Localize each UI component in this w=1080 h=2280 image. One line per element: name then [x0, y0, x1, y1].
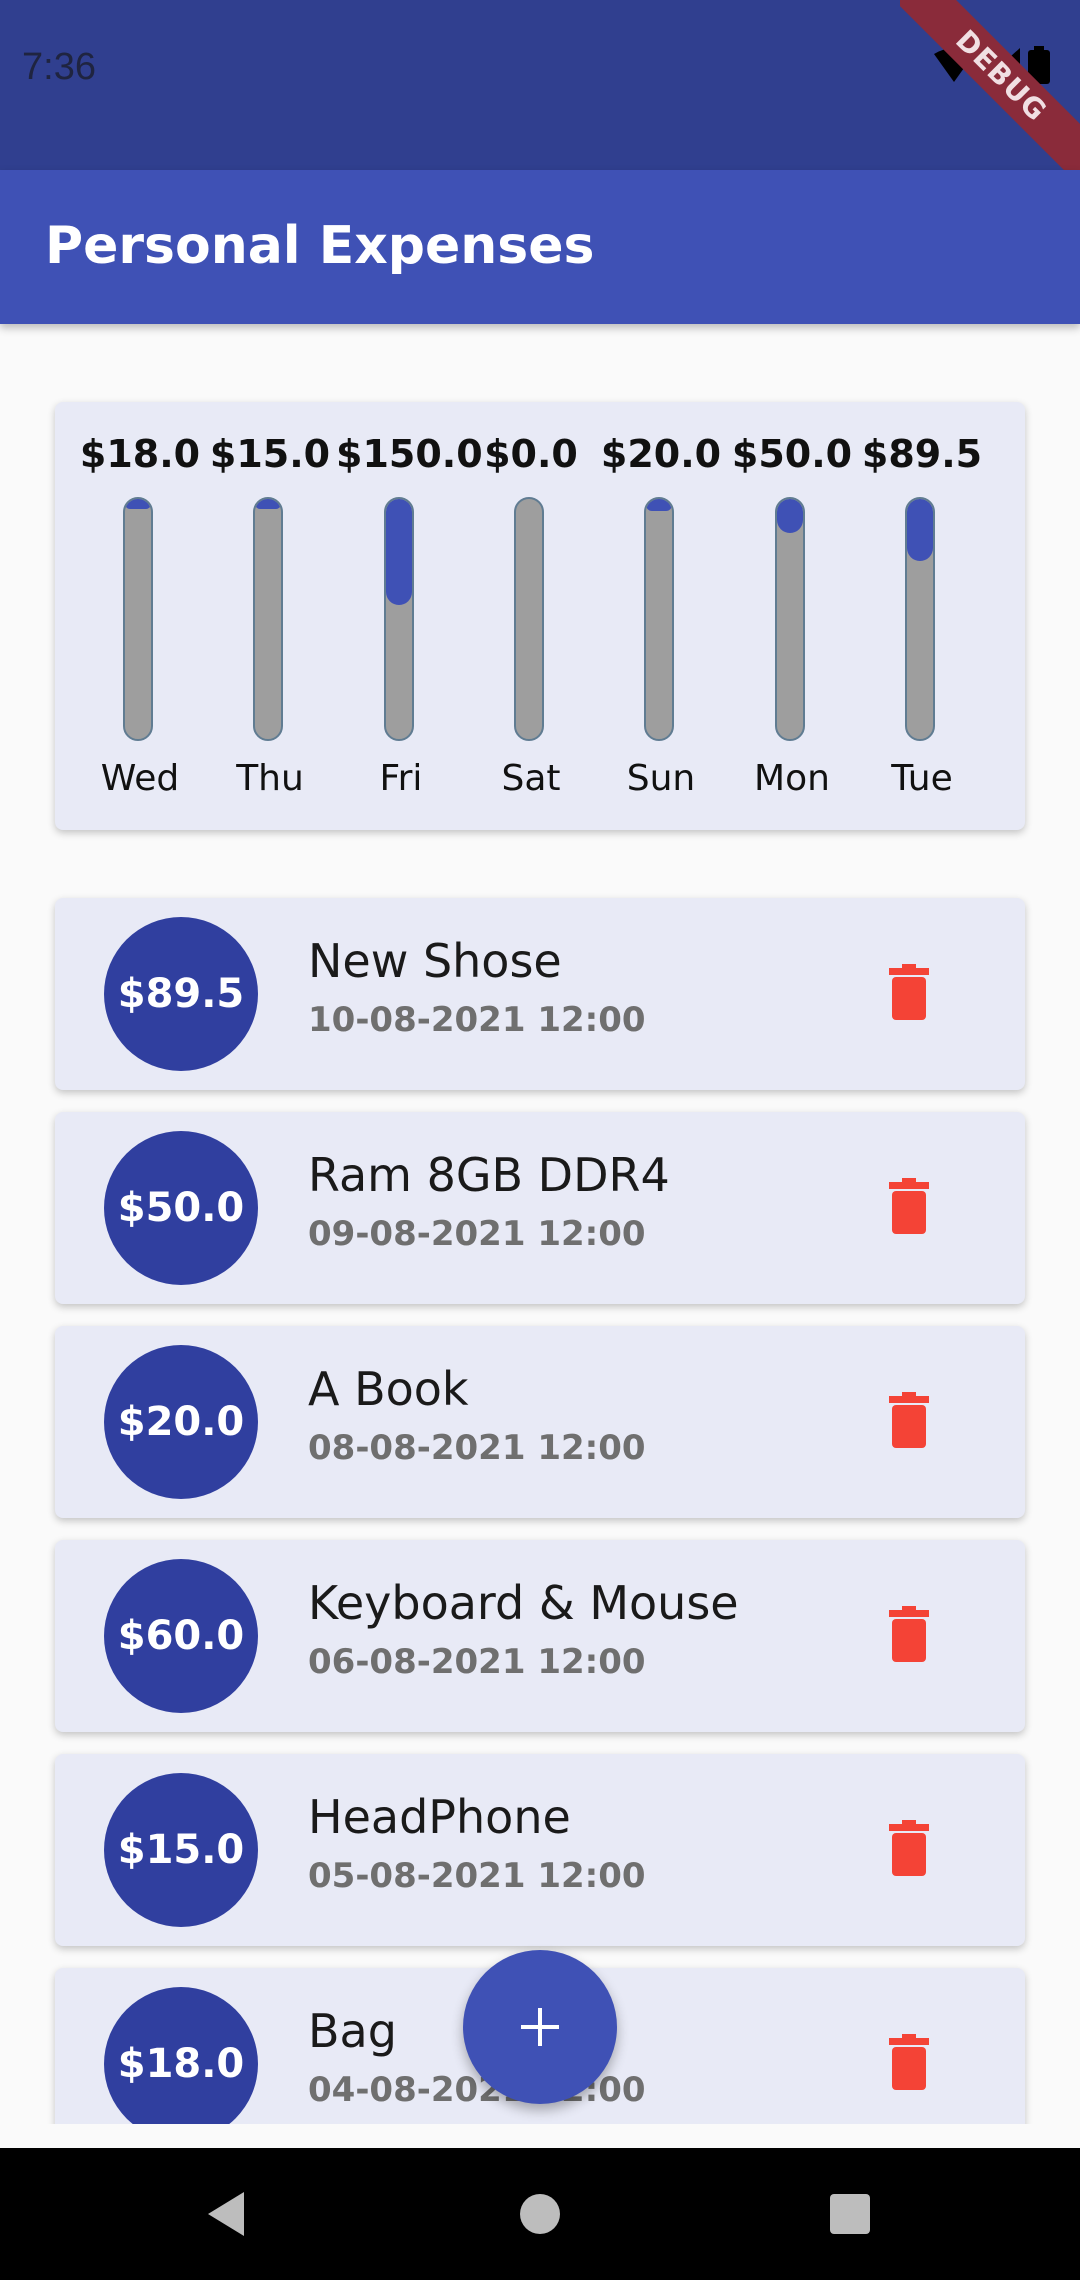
- page-title: Personal Expenses: [45, 216, 595, 276]
- transaction-list[interactable]: $89.5 New Shose 10-08-2021 12:00 $50.0 Ram 8…: [0, 880, 1080, 2124]
- delete-button[interactable]: [889, 1820, 929, 1876]
- chart-bar-column: $20.0 Sun: [596, 402, 726, 830]
- chart-bar-day: Wed: [100, 758, 180, 799]
- chart-bar-day: Sun: [626, 758, 696, 799]
- chart-bar-fill: [255, 499, 281, 509]
- transaction-card: $20.0 A Book 08-08-2021 12:00: [55, 1326, 1025, 1518]
- transaction-date: 09-08-2021 12:00: [308, 1214, 646, 1254]
- recents-icon[interactable]: [820, 2184, 880, 2244]
- chart-bar-amount: $20.0: [600, 432, 722, 476]
- delete-button[interactable]: [889, 2034, 929, 2090]
- transaction-title: A Book: [308, 1362, 469, 1416]
- chart-bar-day: Fri: [379, 758, 423, 799]
- back-icon[interactable]: [196, 2184, 256, 2244]
- chart-bar-amount: $18.0: [79, 432, 201, 476]
- delete-button[interactable]: [889, 1392, 929, 1448]
- chart-bar-column: $18.0 Wed: [75, 402, 205, 830]
- transaction-amount-avatar: $20.0: [104, 1345, 258, 1499]
- chart-bar-column: $89.5 Tue: [857, 402, 987, 830]
- chart-bar-amount: $150.0: [336, 432, 483, 476]
- chart-bar-amount: $0.0: [484, 432, 578, 476]
- trash-icon: [889, 964, 929, 1020]
- transaction-date: 10-08-2021 12:00: [308, 1000, 646, 1040]
- delete-button[interactable]: [889, 964, 929, 1020]
- chart-bar-track: [905, 497, 935, 741]
- debug-banner-label: DEBUG: [900, 0, 1080, 180]
- transaction-title: HeadPhone: [308, 1790, 571, 1844]
- chart-bar-track: [644, 497, 674, 741]
- trash-icon: [889, 1178, 929, 1234]
- chart-bar-day: Mon: [754, 758, 830, 799]
- chart-bar-fill: [907, 499, 933, 562]
- trash-icon: [889, 1820, 929, 1876]
- chart-bar-fill: [646, 499, 672, 511]
- transaction-amount-avatar: $50.0: [104, 1131, 258, 1285]
- chart-bar-column: $150.0 Fri: [336, 402, 483, 830]
- chart-bar-day: Tue: [891, 758, 953, 799]
- transaction-amount-avatar: $15.0: [104, 1773, 258, 1927]
- system-nav-bar: [0, 2148, 1080, 2280]
- transaction-title: Ram 8GB DDR4: [308, 1148, 670, 1202]
- transaction-amount-avatar: $89.5: [104, 917, 258, 1071]
- chart-bar-fill: [777, 499, 803, 533]
- chart-bar-track: [514, 497, 544, 741]
- chart-bar-track: [384, 497, 414, 741]
- delete-button[interactable]: [889, 1606, 929, 1662]
- chart-bar-track: [123, 497, 153, 741]
- chart-bar-day: Sat: [501, 758, 561, 799]
- transaction-card: $89.5 New Shose 10-08-2021 12:00: [55, 898, 1025, 1090]
- transaction-amount-avatar: $18.0: [104, 1987, 258, 2124]
- plus-icon: [521, 2008, 559, 2046]
- transaction-title: Bag: [308, 2004, 397, 2058]
- transaction-title: New Shose: [308, 934, 562, 988]
- transaction-date: 06-08-2021 12:00: [308, 1642, 646, 1682]
- trash-icon: [889, 1606, 929, 1662]
- status-time: 7:36: [22, 46, 96, 88]
- transaction-card: $15.0 HeadPhone 05-08-2021 12:00: [55, 1754, 1025, 1946]
- transaction-title: Keyboard & Mouse: [308, 1576, 739, 1630]
- transaction-card: $50.0 Ram 8GB DDR4 09-08-2021 12:00: [55, 1112, 1025, 1304]
- transaction-date: 05-08-2021 12:00: [308, 1856, 646, 1896]
- chart-bar-fill: [386, 499, 412, 605]
- home-icon[interactable]: [510, 2184, 570, 2244]
- chart-bar-amount: $15.0: [209, 432, 331, 476]
- chart-bar-day: Thu: [236, 758, 304, 799]
- transaction-amount-avatar: $60.0: [104, 1559, 258, 1713]
- debug-banner: DEBUG: [900, 0, 1080, 180]
- trash-icon: [889, 2034, 929, 2090]
- trash-icon: [889, 1392, 929, 1448]
- app-bar: Personal Expenses: [0, 170, 1080, 324]
- transaction-date: 08-08-2021 12:00: [308, 1428, 646, 1468]
- chart-bar-column: $50.0 Mon: [727, 402, 857, 830]
- status-bar: 7:36 DEBUG: [0, 0, 1080, 180]
- chart-bar-fill: [125, 499, 151, 509]
- transaction-card: $60.0 Keyboard & Mouse 06-08-2021 12:00: [55, 1540, 1025, 1732]
- chart-bar-column: $0.0 Sat: [466, 402, 596, 830]
- chart-bar-amount: $50.0: [731, 432, 853, 476]
- chart-bar-amount: $89.5: [861, 432, 983, 476]
- chart-bar-track: [775, 497, 805, 741]
- delete-button[interactable]: [889, 1178, 929, 1234]
- chart-bar-column: $15.0 Thu: [205, 402, 335, 830]
- add-transaction-button[interactable]: [463, 1950, 617, 2104]
- chart-bar-track: [253, 497, 283, 741]
- weekly-chart-card: $18.0 Wed $15.0 Thu $150.0 Fri $0.0 Sat $20.0 Sun…: [55, 402, 1025, 830]
